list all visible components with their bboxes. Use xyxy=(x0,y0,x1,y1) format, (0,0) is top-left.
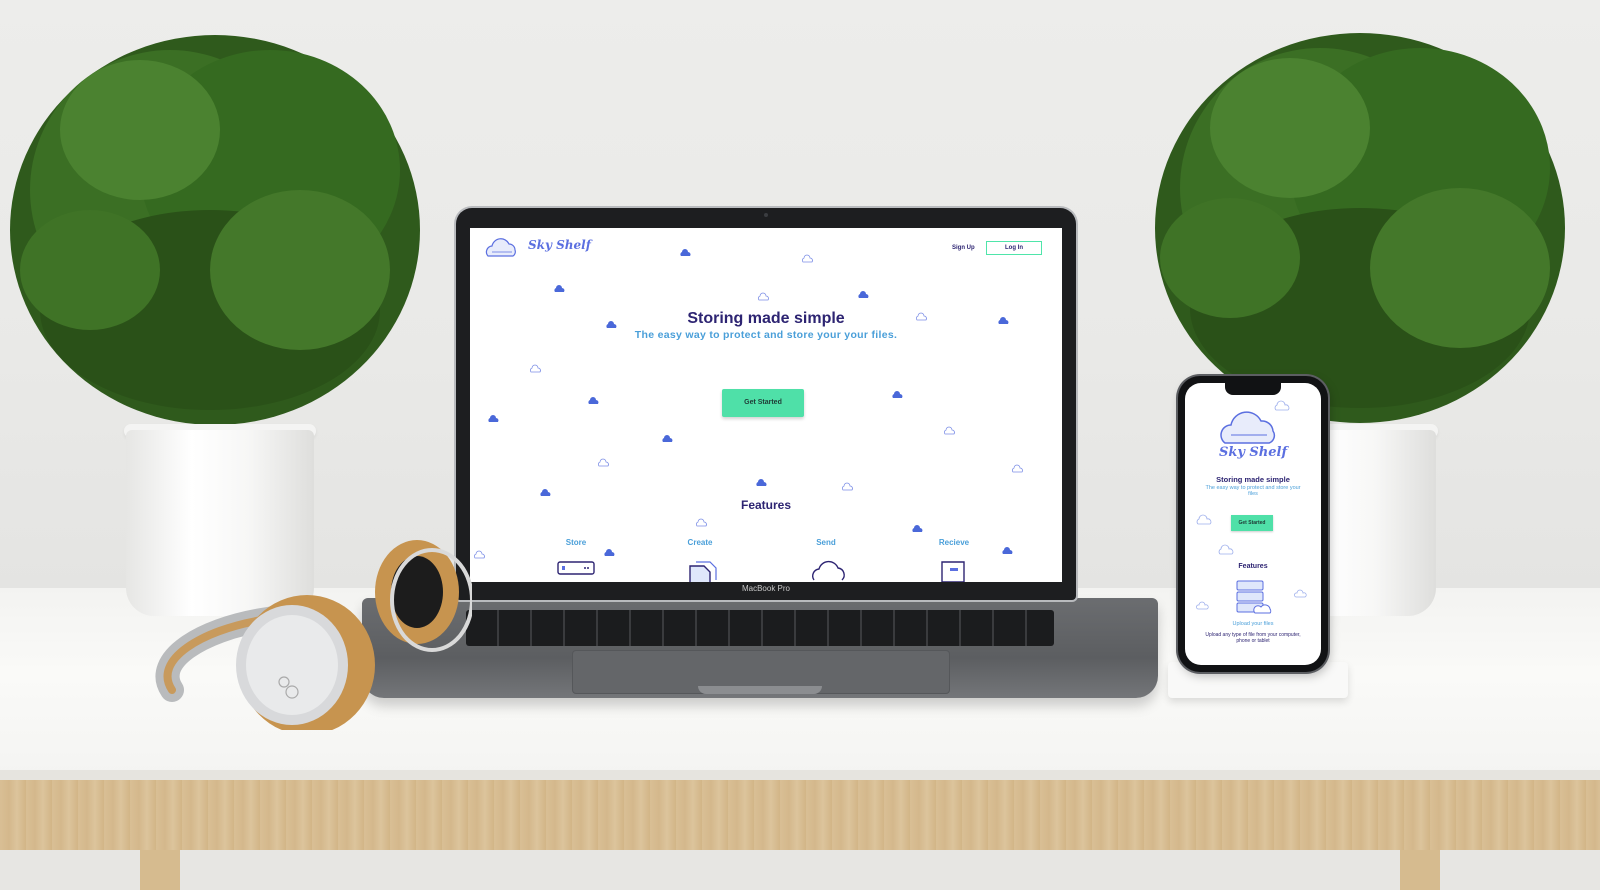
hero-subtitle: The easy way to protect and store your y… xyxy=(634,329,898,341)
phone-feature-label: Upload your files xyxy=(1232,621,1274,627)
left-plant-foliage xyxy=(10,35,420,425)
phone-features-title: Features xyxy=(1238,563,1268,570)
phone-sky-shelf-logo[interactable] xyxy=(1215,403,1291,447)
site-logo-text[interactable]: Sky Shelf xyxy=(528,238,591,252)
laptop-base xyxy=(362,598,1158,698)
headphones xyxy=(155,540,472,730)
phone-hero-subtitle: The easy way to protect and store your f… xyxy=(1205,485,1301,497)
inbox-icon xyxy=(941,561,965,582)
right-plant-foliage xyxy=(1155,33,1565,423)
upload-server-icon xyxy=(1236,580,1272,614)
table-leg-left xyxy=(140,850,180,890)
server-icon xyxy=(557,561,595,575)
table-edge xyxy=(0,770,1600,780)
feature-label-create: Create xyxy=(687,538,713,547)
document-icon xyxy=(689,561,717,582)
laptop-keyboard xyxy=(466,610,1054,646)
laptop-lid-notch xyxy=(698,686,822,694)
table-apron xyxy=(0,780,1600,851)
feature-label-recieve: Recieve xyxy=(938,538,970,547)
floor xyxy=(0,850,1600,890)
feature-label-send: Send xyxy=(816,538,836,547)
phone-hero-title: Storing made simple xyxy=(1216,475,1290,484)
table-leg-right xyxy=(1400,850,1440,890)
phone-screen: Sky Shelf Storing made simple The easy w… xyxy=(1185,383,1321,665)
phone-logo-text[interactable]: Sky Shelf xyxy=(1185,445,1321,460)
login-button[interactable]: Log In xyxy=(986,241,1042,255)
laptop-model-label: MacBook Pro xyxy=(741,584,791,593)
phone-get-started-button[interactable]: Get Started xyxy=(1231,515,1273,531)
cloud-icon xyxy=(812,560,845,581)
feature-label-store: Store xyxy=(565,538,587,547)
signup-link[interactable]: Sign Up xyxy=(952,245,975,251)
laptop: Sky Shelf Sign Up Log In Storing made si… xyxy=(456,208,1076,600)
camera-icon xyxy=(764,213,768,217)
website: Sky Shelf Sign Up Log In Storing made si… xyxy=(470,228,1062,582)
get-started-button[interactable]: Get Started xyxy=(722,389,804,417)
features-title: Features xyxy=(740,498,792,512)
phone-feature-description: Upload any type of file from your comput… xyxy=(1205,632,1301,644)
laptop-screen: Sky Shelf Sign Up Log In Storing made si… xyxy=(470,228,1062,582)
phone: Sky Shelf Storing made simple The easy w… xyxy=(1178,376,1328,672)
hero-title: Storing made simple xyxy=(687,310,845,327)
